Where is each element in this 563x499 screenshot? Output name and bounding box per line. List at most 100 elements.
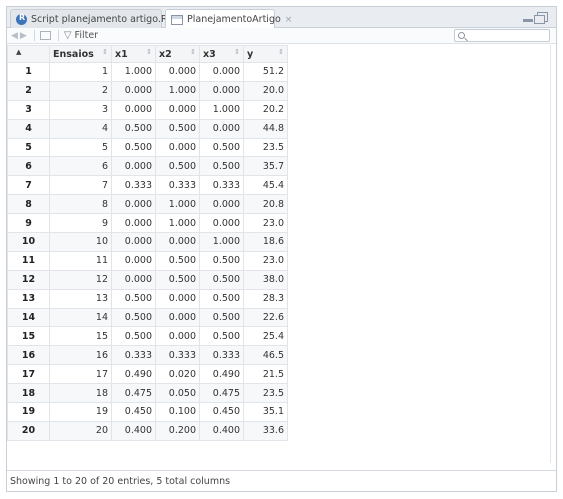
table-cell: 0.500 [199, 250, 244, 271]
table-cell: 25.4 [243, 326, 288, 347]
table-cell: 33.6 [243, 420, 288, 441]
table-cell: 0.500 [199, 137, 244, 158]
close-icon[interactable]: × [285, 15, 293, 25]
table-row: 8 8 0.000 1.000 0.000 20.8 [7, 194, 288, 215]
maximize-icon[interactable] [534, 12, 548, 24]
filter-icon[interactable]: ▽ [64, 30, 72, 41]
filter-button[interactable]: Filter [75, 30, 99, 41]
vertical-scrollbar[interactable] [550, 45, 556, 463]
table-cell: 23.0 [243, 213, 288, 234]
table-row: 19 19 0.450 0.100 0.450 35.1 [7, 402, 288, 422]
row-index-cell: 12 [7, 269, 50, 290]
search-input[interactable] [454, 29, 550, 42]
sort-icon: ⇕ [146, 48, 152, 56]
table-row: 3 3 0.000 0.000 1.000 20.2 [7, 99, 288, 120]
table-cell: 8 [49, 194, 112, 215]
table-row: 10 10 0.000 0.000 1.000 18.6 [7, 232, 288, 252]
minimize-icon[interactable] [523, 18, 533, 22]
table-cell: 20.0 [243, 80, 288, 101]
table-cell: 0.000 [111, 213, 156, 234]
table-cell: 51.2 [243, 62, 288, 82]
table-cell: 22.6 [243, 307, 288, 328]
tab-planejamento-artigo[interactable]: PlanejamentoArtigo × [165, 9, 292, 29]
row-index-cell: 17 [7, 364, 50, 385]
row-index-cell: 14 [7, 307, 50, 328]
table-cell: 0.000 [199, 118, 244, 139]
column-header[interactable]: x2 ⇕ [155, 45, 200, 63]
status-text: Showing 1 to 20 of 20 entries, 5 total c… [10, 475, 231, 487]
row-index-cell: 11 [7, 250, 50, 271]
table-cell: 1.000 [199, 99, 244, 120]
table-row: 15 15 0.500 0.000 0.500 25.4 [7, 326, 288, 347]
table-cell: 0.500 [155, 250, 200, 271]
table-cell: 20.8 [243, 194, 288, 215]
table-row: 20 20 0.400 0.200 0.400 33.6 [7, 420, 288, 441]
table-row: 5 5 0.500 0.000 0.500 23.5 [7, 137, 288, 158]
table-cell: 0.333 [199, 175, 244, 196]
column-header-label: x3 [203, 48, 216, 60]
table-cell: 0.020 [155, 364, 200, 385]
table-cell: 0.490 [199, 364, 244, 385]
table-cell: 0.333 [111, 345, 156, 366]
table-cell: 0.000 [155, 137, 200, 158]
table-cell: 0.500 [199, 307, 244, 328]
table-cell: 0.475 [199, 383, 244, 404]
table-cell: 9 [49, 213, 112, 234]
table-cell: 0.000 [111, 156, 156, 177]
table-cell: 0.500 [199, 326, 244, 347]
table-cell: 19 [49, 402, 112, 422]
data-viewer-window: Script planejamento artigo.R × Planejame… [6, 6, 557, 492]
table-body: 1 1 1.000 0.000 0.000 51.2 2 2 0.000 1.000 0.000 20… [7, 62, 288, 441]
row-index-cell: 9 [7, 213, 50, 234]
table-row: 9 9 0.000 1.000 0.000 23.0 [7, 213, 288, 234]
table-cell: 0.500 [155, 156, 200, 177]
table-cell: 0.000 [111, 232, 156, 252]
table-cell: 0.000 [111, 99, 156, 120]
table-cell: 1.000 [155, 80, 200, 101]
data-table-icon [171, 14, 183, 25]
table-cell: 0.333 [155, 175, 200, 196]
data-table: ▲ Ensaios ⇕ x1 ⇕ x2 ⇕ x3 ⇕ y ⇕ 1 1 1.000 0.000 0.000 51… [7, 45, 288, 441]
row-index-cell: 7 [7, 175, 50, 196]
search-icon [458, 32, 465, 39]
column-header[interactable]: Ensaios ⇕ [49, 45, 112, 63]
column-header-label: Ensaios [53, 48, 94, 60]
row-index-cell: 10 [7, 232, 50, 252]
r-script-icon [16, 13, 27, 25]
table-cell: 46.5 [243, 345, 288, 366]
table-cell: 16 [49, 345, 112, 366]
forward-arrow-icon[interactable]: ▶ [20, 31, 27, 41]
table-cell: 0.500 [155, 118, 200, 139]
table-cell: 18.6 [243, 232, 288, 252]
table-cell: 2 [49, 80, 112, 101]
table-cell: 0.400 [199, 420, 244, 441]
table-cell: 21.5 [243, 364, 288, 385]
table-header-row: ▲ Ensaios ⇕ x1 ⇕ x2 ⇕ x3 ⇕ y ⇕ [7, 45, 288, 63]
tab-script-planejamento[interactable]: Script planejamento artigo.R × [10, 9, 179, 28]
tab-label: PlanejamentoArtigo [187, 14, 281, 25]
column-header[interactable]: x1 ⇕ [111, 45, 156, 63]
column-header-index[interactable]: ▲ [7, 45, 50, 63]
table-row: 7 7 0.333 0.333 0.333 45.4 [7, 175, 288, 196]
table-row: 12 12 0.000 0.500 0.500 38.0 [7, 269, 288, 290]
row-index-cell: 4 [7, 118, 50, 139]
column-header[interactable]: y ⇕ [243, 45, 288, 63]
table-cell: 45.4 [243, 175, 288, 196]
table-cell: 7 [49, 175, 112, 196]
table-cell: 0.500 [155, 269, 200, 290]
table-cell: 0.000 [111, 194, 156, 215]
column-header[interactable]: x3 ⇕ [199, 45, 244, 63]
row-index-cell: 18 [7, 383, 50, 404]
back-arrow-icon[interactable]: ◀ [11, 31, 18, 41]
table-cell: 0.000 [111, 80, 156, 101]
table-cell: 1.000 [111, 62, 156, 82]
table-cell: 20 [49, 420, 112, 441]
table-cell: 35.7 [243, 156, 288, 177]
table-cell: 1.000 [155, 194, 200, 215]
table-cell: 0.500 [199, 156, 244, 177]
table-cell: 38.0 [243, 269, 288, 290]
popout-icon[interactable] [39, 31, 51, 40]
table-cell: 23.0 [243, 250, 288, 271]
sort-icon: ⇕ [234, 48, 240, 56]
table-cell: 0.000 [199, 80, 244, 101]
